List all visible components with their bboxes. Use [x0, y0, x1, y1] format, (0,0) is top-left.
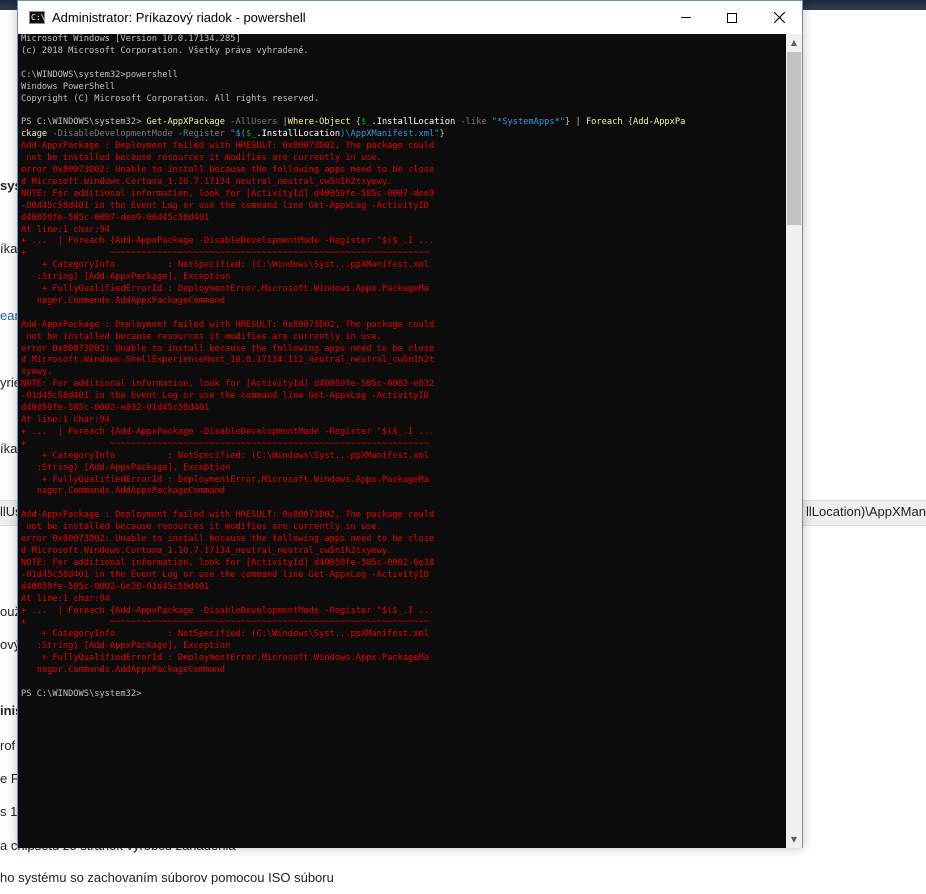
console-token: "$(	[230, 129, 246, 140]
console-token: {	[350, 117, 362, 128]
minimize-button[interactable]	[663, 1, 709, 34]
console-token: ckage	[21, 129, 48, 140]
vertical-scrollbar[interactable]: ▲ ▼	[786, 34, 802, 848]
console-error-line: NOTE: For additional information, look f…	[21, 379, 435, 390]
console-token: Add-AppxPa	[633, 117, 686, 128]
console-token: Get-AppXPackage	[146, 117, 225, 128]
console-token: -like	[455, 117, 492, 128]
console-error-line: NOTE: For additional information, look f…	[21, 557, 435, 568]
console-error-line: Add-AppxPackage : Deployment failed with…	[21, 319, 435, 330]
console-token: Foreach	[585, 117, 623, 128]
close-button[interactable]	[756, 1, 802, 34]
scrollbar-thumb[interactable]	[787, 52, 801, 225]
console-error-line: :String) [Add-AppxPackage], Exception	[21, 272, 231, 283]
console-error-line: At line:1 char:94	[21, 415, 110, 425]
console-error-line: d Microsoft.Windows.Cortana_1.10.7.17134…	[21, 176, 393, 187]
console-error-line: -01d45c58d401 in the Event Log or use th…	[21, 569, 429, 580]
scroll-down-arrow-icon[interactable]: ▼	[786, 831, 802, 848]
console-error-line: d Microsoft.Windows.Cortana_1.10.7.17134…	[21, 545, 393, 556]
console-token: {	[622, 117, 634, 128]
console-error-line: At line:1 char:94	[21, 224, 110, 235]
console-error-line: + ~~~~~~~~~~~~~~~~~~~~~~~~~~~~~~~~~~~~~~…	[21, 248, 429, 259]
console-token: $_	[245, 129, 257, 140]
console-line: Microsoft Windows [Version 10.0.17134.28…	[21, 34, 241, 44]
console-error-line: At line:1 char:94	[21, 593, 110, 604]
console-error-line: Add-AppxPackage : Deployment failed with…	[21, 510, 435, 521]
console-error-line: + ... | Foreach {Add-AppxPackage -Disabl…	[21, 605, 435, 616]
console-error-line: d40059fe-585c-0002-e832-01d45c58d401	[21, 403, 210, 414]
console-error-line: not be installed because resources it mo…	[21, 153, 382, 164]
window-title: Administrator: Príkazový riadok - powers…	[52, 10, 306, 25]
console-error-line: + ~~~~~~~~~~~~~~~~~~~~~~~~~~~~~~~~~~~~~~…	[21, 438, 429, 449]
console-error-line: xyewy.	[21, 367, 53, 378]
console-error-line: d40059fe-585c-0002-6e38-01d45c58d401	[21, 581, 210, 592]
console-output[interactable]: Microsoft Windows [Version 10.0.17134.28…	[18, 34, 786, 848]
console-token: } |	[565, 117, 586, 128]
console-line: Copyright (C) Microsoft Corporation. All…	[21, 93, 320, 104]
console-error-line: + CategoryInfo : NotSpecified: (C:\Windo…	[21, 260, 429, 271]
console-error-line: nager.Commands.AddAppxPackageCommand	[21, 486, 225, 497]
powershell-window[interactable]: C:\ Administrator: Príkazový riadok - po…	[17, 0, 803, 848]
console-token: .InstallLocation	[256, 129, 341, 140]
console-token: -AllUsers	[225, 117, 283, 128]
console-error-line: + FullyQualifiedErrorId : DeploymentErro…	[21, 653, 429, 664]
console-token: .InstallLocation	[371, 117, 456, 128]
console-token: )\AppXManifest.xml"	[340, 129, 440, 140]
console-error-line: Add-AppxPackage : Deployment failed with…	[21, 141, 435, 152]
console-line: (c) 2018 Microsoft Corporation. Všetky p…	[21, 45, 309, 56]
console-line: Windows PowerShell	[21, 81, 116, 92]
console-token: $_	[361, 117, 372, 128]
close-icon	[773, 12, 785, 23]
console-token: PS C:\WINDOWS\system32>	[21, 117, 147, 128]
background-text-fragment: rof	[0, 738, 16, 753]
console-error-line: error 0x80073D02: Unable to install beca…	[21, 534, 435, 545]
console-token: }	[439, 129, 445, 140]
console-error-line: error 0x80073D02: Unable to install beca…	[21, 343, 435, 354]
console-error-line: -00d45c58d401 in the Event Log or use th…	[21, 200, 429, 211]
console-error-line: error 0x80073D02: Unable to install beca…	[21, 164, 435, 175]
background-text-fragment: llLocation)\AppXMan	[806, 504, 926, 519]
console-error-line: + CategoryInfo : NotSpecified: (C:\Windo…	[21, 450, 429, 461]
minimize-icon	[681, 17, 691, 18]
maximize-icon	[727, 12, 737, 23]
console-error-line: :String) [Add-AppxPackage], Exception	[21, 641, 231, 652]
console-error-line: d Microsoft.Windows.ShellExperienceHost_…	[21, 355, 435, 366]
console-error-line: nager.Commands.AddAppxPackageCommand	[21, 295, 225, 306]
title-bar[interactable]: C:\ Administrator: Príkazový riadok - po…	[18, 1, 802, 34]
console-error-line: d40059fe-585c-0007-dee9-00d45c58d401	[21, 212, 210, 223]
console-error-line: + ... | Foreach {Add-AppxPackage -Disabl…	[21, 426, 435, 437]
console-error-line: + FullyQualifiedErrorId : DeploymentErro…	[21, 474, 429, 485]
console-error-line: + CategoryInfo : NotSpecified: (C:\Windo…	[21, 629, 429, 640]
console-error-line: + FullyQualifiedErrorId : DeploymentErro…	[21, 284, 429, 295]
console-line: PS C:\WINDOWS\system32>	[21, 688, 142, 699]
maximize-button[interactable]	[709, 1, 755, 34]
console-token: "*SystemApps*"	[491, 117, 566, 128]
console-error-line: nager.Commands.AddAppxPackageCommand	[21, 665, 225, 676]
console-error-line: -01d45c58d401 in the Event Log or use th…	[21, 391, 429, 402]
cmd-app-icon: C:\	[29, 11, 46, 24]
console-error-line: + ~~~~~~~~~~~~~~~~~~~~~~~~~~~~~~~~~~~~~~…	[21, 617, 429, 628]
console-command-line: PS C:\WINDOWS\system32> Get-AppXPackage …	[21, 117, 786, 129]
console-token: Where-Object	[287, 117, 351, 128]
console-token: -DisableDevelopmentMode -Register	[47, 129, 231, 140]
console-line: C:\WINDOWS\system32>powershell	[21, 69, 178, 80]
console-error-line: NOTE: For additional information, look f…	[21, 188, 435, 199]
scroll-up-arrow-icon[interactable]: ▲	[786, 34, 802, 51]
console-error-line: not be installed because resources it mo…	[21, 522, 382, 533]
console-command-line: ckage -DisableDevelopmentMode -Register …	[21, 129, 786, 141]
console-error-line: :String) [Add-AppxPackage], Exception	[21, 462, 231, 473]
console-error-line: not be installed because resources it mo…	[21, 331, 382, 342]
background-text-fragment: ho systému so zachovaním súborov pomocou…	[0, 870, 334, 885]
console-error-line: + ... | Foreach {Add-AppxPackage -Disabl…	[21, 236, 435, 247]
